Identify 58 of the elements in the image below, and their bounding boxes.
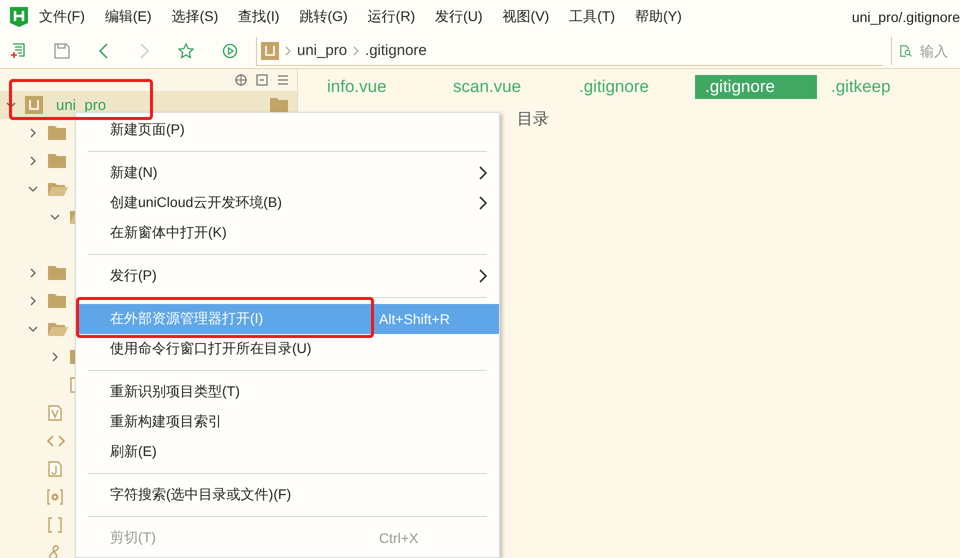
chevron-right-icon[interactable] [28,128,38,138]
menu-item[interactable]: 帮助(Y) [635,8,682,26]
file-search-icon[interactable] [900,43,912,59]
context-menu-item[interactable]: 新建(N) [76,158,499,188]
chevron-right-icon [353,46,360,56]
vue-file-icon [47,405,63,421]
chevron-down-icon[interactable] [28,184,38,194]
search-field[interactable]: 输入 [920,43,960,59]
chevron-right-icon[interactable] [28,156,38,166]
project-icon [25,96,43,114]
gear-file-icon [47,489,63,505]
new-file-icon[interactable] [10,43,26,59]
context-menu-item[interactable]: 刷新(E) [76,437,499,467]
app-logo [10,7,28,27]
menu-item[interactable]: 工具(T) [569,8,616,26]
folder-icon [47,265,67,281]
context-menu-item[interactable]: 字符搜索(选中目录或文件)(F) [76,480,499,510]
context-menu-item[interactable]: 新建页面(P) [76,115,499,145]
js-file-icon [47,461,63,477]
context-menu-item[interactable]: 创建uniCloud云开发环境(B) [76,188,499,218]
chevron-right-icon[interactable] [28,296,38,306]
editor-text: 目录 [517,110,550,130]
open-folder-icon [47,321,69,337]
chevron-down-icon[interactable] [50,212,60,222]
save-icon[interactable] [54,43,70,59]
menu-item[interactable]: 运行(R) [368,8,416,26]
star-icon[interactable] [178,43,194,59]
menu-item[interactable]: 跳转(G) [299,8,348,26]
folder-icon [47,125,67,141]
back-icon[interactable] [98,43,110,59]
context-menu-item[interactable]: 使用命令行窗口打开所在目录(U) [76,334,499,364]
code-file-icon [47,434,65,448]
menu-item[interactable]: 选择(S) [172,8,218,26]
context-menu-item[interactable]: 发行(P) [76,261,499,291]
window-title: uni_pro/.gitignore [852,9,960,25]
menu-item[interactable]: 查找(I) [238,8,280,26]
collapse-icon[interactable] [256,74,268,86]
menu-item[interactable]: 文件(F) [39,8,85,26]
chevron-right-icon[interactable] [50,352,60,362]
breadcrumb-item[interactable]: .gitignore [365,42,427,59]
breadcrumb-item[interactable]: uni_pro [297,42,348,59]
folder-icon [47,293,67,309]
context-menu-item[interactable]: 重新构建项目索引 [76,407,499,437]
open-folder-icon [47,181,69,197]
menu-icon[interactable] [277,74,289,86]
chevron-right-icon[interactable] [28,268,38,278]
menu-item[interactable]: 编辑(E) [104,8,152,26]
folder-icon [47,153,67,169]
chevron-down-icon[interactable] [28,324,38,334]
chevron-right-icon [285,46,291,56]
context-menu-item[interactable]: 在新窗体中打开(K) [76,218,499,248]
context-menu-item[interactable]: 重新识别项目类型(T) [76,377,499,407]
run-icon[interactable] [222,43,238,59]
locate-icon[interactable] [235,74,247,86]
menu-item[interactable]: 发行(U) [435,8,483,26]
project-icon [261,42,279,60]
menu-item[interactable]: 视图(V) [502,8,550,26]
brackets-icon [47,517,63,533]
